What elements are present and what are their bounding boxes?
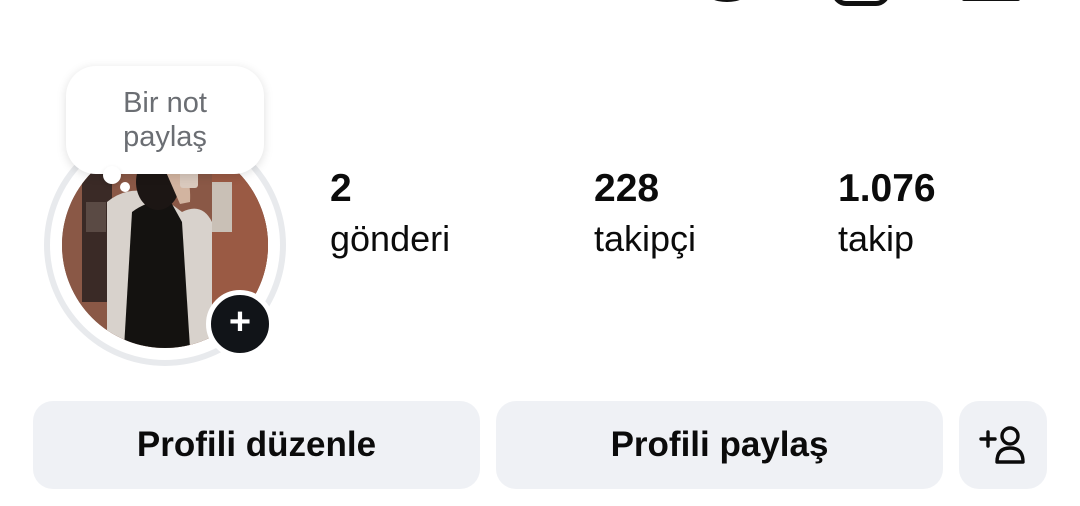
edit-profile-button[interactable]: Profili düzenle [33, 401, 480, 489]
share-profile-button[interactable]: Profili paylaş [496, 401, 943, 489]
threads-icon[interactable] [704, 0, 750, 2]
add-story-button[interactable]: + [206, 290, 274, 358]
note-text: Bir not paylaş [123, 87, 207, 153]
discover-people-button[interactable] [959, 401, 1047, 489]
menu-icon[interactable] [962, 0, 1020, 1]
stat-value: 2 [330, 167, 352, 210]
add-person-icon [979, 426, 1025, 464]
stat-following[interactable]: 1.076 takip [838, 166, 936, 264]
stat-value: 228 [594, 167, 660, 210]
note-bubble[interactable]: Bir not paylaş [66, 66, 264, 174]
note-bubble-tail-small [120, 182, 130, 192]
stat-label: gönderi [330, 218, 451, 259]
stat-value: 1.076 [838, 167, 936, 210]
stat-posts[interactable]: 2 gönderi [330, 166, 450, 264]
plus-icon: + [228, 301, 252, 343]
create-post-icon[interactable] [832, 0, 890, 6]
stat-label: takipçi [594, 218, 697, 259]
stat-label: takip [838, 218, 915, 259]
note-bubble-tail [103, 166, 121, 184]
stat-followers[interactable]: 228 takipçi [594, 166, 696, 264]
